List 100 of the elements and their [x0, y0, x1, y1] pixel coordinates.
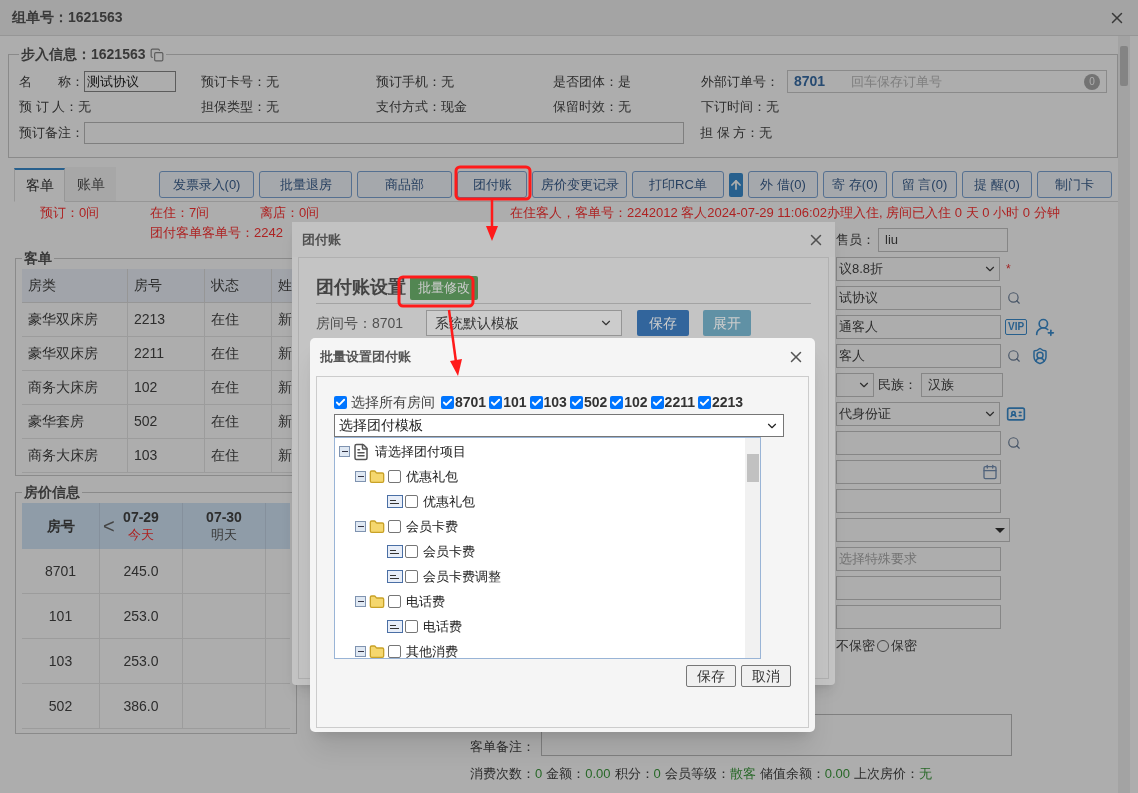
collapse-icon[interactable]	[355, 471, 366, 482]
checkbox[interactable]	[569, 395, 583, 409]
input-field[interactable]: 通客人	[836, 315, 1001, 339]
column-header: 房号	[128, 269, 205, 303]
input-field[interactable]: liu	[878, 228, 1008, 252]
id-card-icon[interactable]	[1006, 404, 1026, 424]
toolbar-button[interactable]: 发票录入(0)	[159, 171, 254, 198]
select-field[interactable]	[836, 373, 874, 397]
tree-item[interactable]: 请选择团付项目	[375, 441, 466, 462]
tab[interactable]: 账单	[65, 167, 116, 201]
toolbar-button[interactable]: 批量退房	[259, 171, 352, 198]
checkbox[interactable]	[489, 395, 503, 409]
checkbox[interactable]	[388, 520, 401, 533]
name-field[interactable]: 测试协议	[84, 71, 176, 92]
table-cell: 在住	[205, 439, 272, 473]
upload-icon[interactable]	[729, 172, 743, 197]
tree-item[interactable]: 会员卡费调整	[423, 566, 501, 587]
checkbox[interactable]	[405, 495, 418, 508]
folder-icon	[368, 593, 386, 610]
field-label: 名 称：	[19, 72, 84, 91]
previous-arrow[interactable]: <	[103, 511, 115, 541]
search-icon[interactable]	[1007, 349, 1021, 363]
info-text: 担 保 方：无	[700, 124, 773, 143]
checkbox[interactable]	[405, 570, 418, 583]
room-label: 2211	[664, 392, 695, 412]
tree-item[interactable]: 会员卡费	[423, 541, 475, 562]
radio-button[interactable]	[877, 640, 889, 652]
input-field[interactable]: 汉族	[921, 373, 1003, 397]
checkbox[interactable]	[388, 470, 401, 483]
scrollbar[interactable]	[745, 438, 760, 658]
input-field[interactable]	[836, 605, 1001, 629]
input-field[interactable]	[836, 460, 1001, 484]
add-user-icon[interactable]	[1035, 317, 1056, 337]
panel-legend: 客单	[22, 249, 54, 269]
template-select[interactable]: 选择团付模板	[334, 414, 784, 437]
dialog-title: 团付账	[302, 230, 341, 249]
checkbox[interactable]	[334, 395, 347, 409]
tree-item[interactable]: 优惠礼包	[423, 491, 475, 512]
tab[interactable]: 客单	[14, 168, 65, 202]
checkbox[interactable]	[441, 395, 454, 409]
tree-item[interactable]: 优惠礼包	[406, 466, 458, 487]
toolbar-button[interactable]: 打印RC单	[632, 171, 724, 198]
collapse-icon[interactable]	[355, 646, 366, 657]
select-field[interactable]: 议8.8折	[836, 257, 1000, 281]
checkbox[interactable]	[388, 645, 401, 658]
dialog-button[interactable]: 取消	[741, 665, 791, 687]
remark-field[interactable]	[84, 122, 684, 144]
room-label: 8701	[455, 392, 487, 412]
select-field[interactable]	[836, 518, 1010, 542]
dropdown-arrow-icon[interactable]	[995, 527, 1005, 533]
collapse-icon[interactable]	[355, 521, 366, 532]
toolbar-button[interactable]: 商品部	[357, 171, 452, 198]
checkbox[interactable]	[529, 395, 543, 409]
table-cell: 在住	[205, 337, 272, 371]
column-header: 房类	[22, 269, 128, 303]
input-field[interactable]: 客人	[836, 344, 1001, 368]
required-mark: *	[1006, 261, 1011, 278]
stat-label: 积分：	[614, 765, 654, 783]
info-text: 是否团体：是	[553, 72, 632, 91]
calendar-icon[interactable]	[982, 464, 998, 480]
input-field[interactable]	[836, 576, 1001, 600]
table-cell: 商务大床房	[22, 439, 128, 473]
day-label: 明天	[211, 526, 237, 544]
checkbox[interactable]	[697, 395, 711, 409]
input-field[interactable]	[836, 431, 1001, 455]
collapse-icon[interactable]	[355, 596, 366, 607]
tree-item[interactable]: 其他消费	[406, 641, 458, 658]
toolbar-button[interactable]: 外 借(0)	[748, 171, 818, 198]
tree-item[interactable]: 会员卡费	[406, 516, 458, 537]
copy-icon[interactable]	[149, 47, 164, 62]
count-text: 在住：7间	[150, 204, 211, 223]
search-icon[interactable]	[1007, 436, 1021, 450]
checkbox[interactable]	[388, 595, 401, 608]
checkbox[interactable]	[405, 545, 418, 558]
toolbar-button[interactable]: 房价变更记录	[532, 171, 627, 198]
toolbar-button[interactable]: 留 言(0)	[892, 171, 957, 198]
toolbar-button[interactable]: 制门卡	[1037, 171, 1112, 198]
toolbar-button[interactable]: 提 醒(0)	[962, 171, 1032, 198]
tree-item[interactable]: 电话费	[406, 591, 445, 612]
list-item-icon	[387, 545, 403, 558]
select-field[interactable]: 代身份证	[836, 402, 1000, 426]
panel-legend: 步入信息：1621563	[21, 44, 146, 65]
table-cell: 在住	[205, 303, 272, 337]
table-cell: 2213	[128, 303, 205, 337]
dialog-button[interactable]: 保存	[686, 665, 736, 687]
shield-user-icon[interactable]	[1031, 347, 1049, 365]
checkbox[interactable]	[405, 620, 418, 633]
search-icon[interactable]	[1007, 291, 1021, 305]
input-field[interactable]	[836, 489, 1001, 513]
tree-item[interactable]: 电话费	[423, 616, 462, 637]
scrollbar[interactable]	[1118, 36, 1130, 793]
toolbar-button[interactable]: 寄 存(0)	[823, 171, 887, 198]
input-field[interactable]: 试协议	[836, 286, 1001, 310]
checkbox[interactable]	[610, 395, 624, 409]
checkbox[interactable]	[650, 395, 664, 409]
save-button[interactable]: 保存	[637, 310, 689, 336]
toolbar-button[interactable]: 团付账	[457, 171, 527, 198]
collapse-icon[interactable]	[339, 446, 350, 457]
table-cell: 386.0	[100, 684, 183, 729]
count-text: 离店：0间	[260, 204, 321, 223]
